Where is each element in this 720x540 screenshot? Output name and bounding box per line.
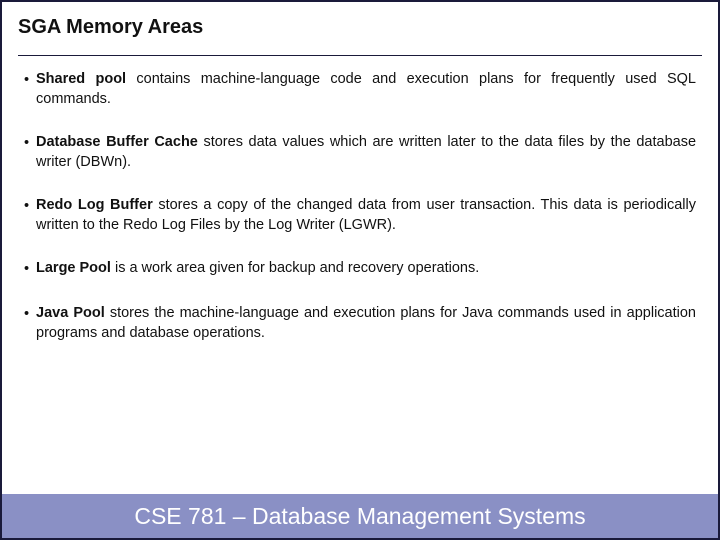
bullet-rest: contains machine-language code and execu… [36,71,696,107]
bullet-text: Large Pool is a work area given for back… [36,259,696,280]
bullet-rest: stores the machine-language and executio… [36,305,696,341]
bullet-marker: • [24,196,36,235]
bullet-term: Large Pool [36,260,111,276]
bullet-text: Java Pool stores the machine-language an… [36,304,696,343]
bullet-rest: is a work area given for backup and reco… [111,260,479,276]
title-area: SGA Memory Areas [2,2,718,45]
bullet-item: • Java Pool stores the machine-language … [24,304,696,343]
bullet-item: • Redo Log Buffer stores a copy of the c… [24,196,696,235]
slide: SGA Memory Areas • Shared pool contains … [0,0,720,540]
bullet-item: • Shared pool contains machine-language … [24,70,696,109]
bullet-term: Shared pool [36,71,126,87]
bullet-item: • Large Pool is a work area given for ba… [24,259,696,280]
slide-title: SGA Memory Areas [18,16,702,39]
bullet-text: Shared pool contains machine-language co… [36,70,696,109]
footer-text: CSE 781 – Database Management Systems [134,503,585,530]
bullet-term: Java Pool [36,305,105,321]
bullet-text: Database Buffer Cache stores data values… [36,133,696,172]
bullet-term: Redo Log Buffer [36,197,153,213]
footer-bar: CSE 781 – Database Management Systems [2,494,718,538]
bullet-marker: • [24,259,36,280]
bullet-marker: • [24,133,36,172]
bullet-marker: • [24,70,36,109]
bullet-text: Redo Log Buffer stores a copy of the cha… [36,196,696,235]
bullet-term: Database Buffer Cache [36,134,198,150]
body-area: • Shared pool contains machine-language … [2,56,718,343]
bullet-item: • Database Buffer Cache stores data valu… [24,133,696,172]
bullet-marker: • [24,304,36,343]
